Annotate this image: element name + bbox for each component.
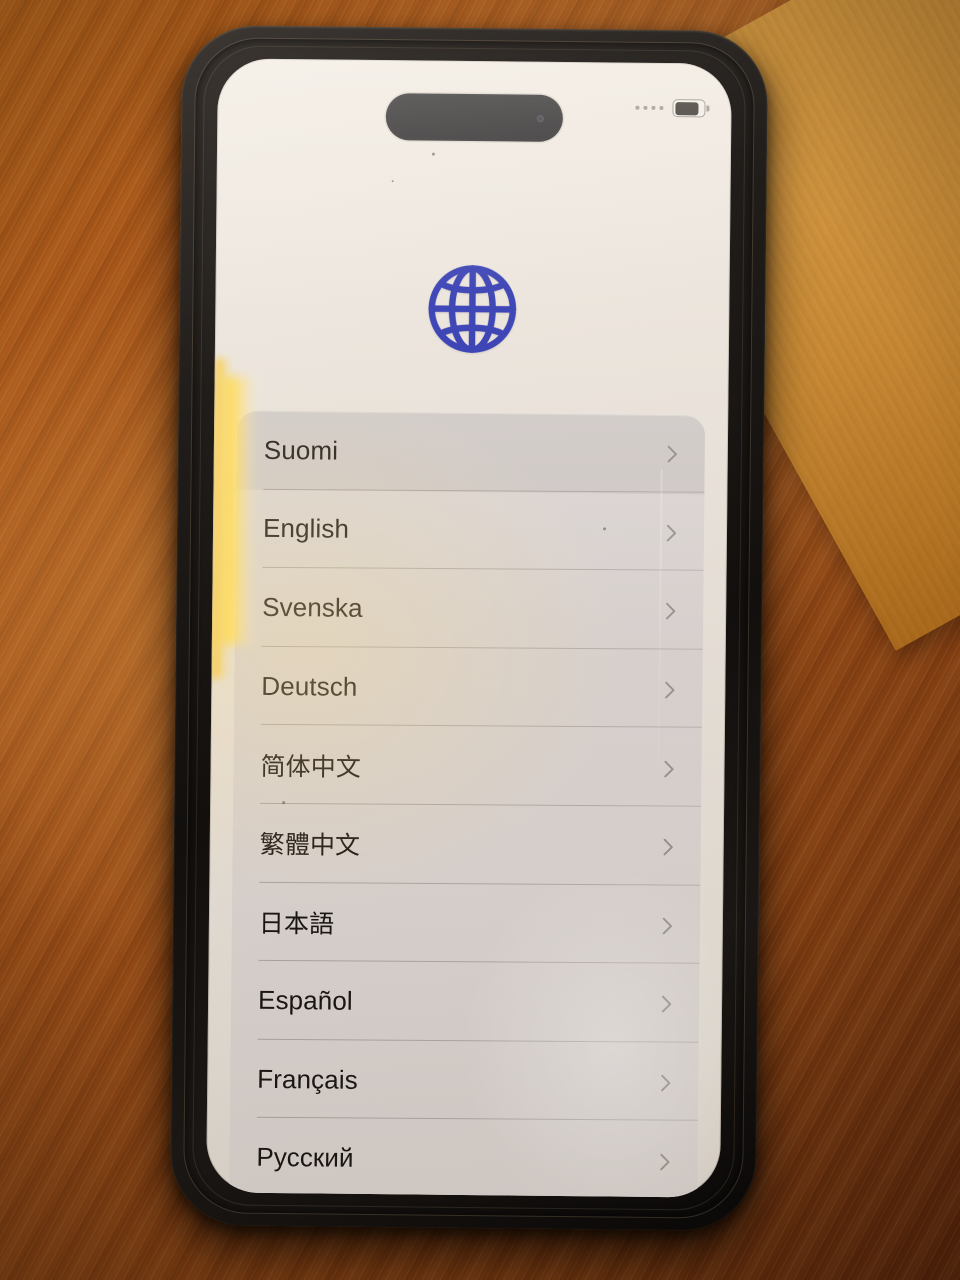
language-label: 繁體中文: [259, 830, 361, 861]
battery-icon: [672, 99, 710, 118]
status-bar: [635, 99, 710, 118]
dynamic-island: [385, 93, 564, 142]
language-row-8[interactable]: Français: [230, 1039, 699, 1122]
chevron-right-icon: [663, 839, 673, 856]
signal-dots-icon: [635, 105, 664, 111]
language-row-3[interactable]: Deutsch: [234, 646, 703, 729]
chevron-right-icon: [666, 524, 677, 542]
language-label: Español: [257, 984, 353, 1016]
chevron-right-icon: [660, 1074, 671, 1092]
battery-fill: [674, 101, 699, 115]
globe-icon: [428, 265, 517, 353]
language-label: English: [262, 513, 350, 545]
language-rows: Suomi English Svenska Deutsch 简体中文繁體中文日本語 Esp…: [229, 410, 706, 1198]
chevron-right-icon: [660, 1153, 670, 1170]
language-label: 简体中文: [260, 751, 362, 782]
dust-speck: [431, 152, 435, 156]
language-row-6[interactable]: 日本語: [232, 882, 701, 965]
language-row-9[interactable]: Русский: [229, 1118, 698, 1198]
language-label: Deutsch: [261, 670, 358, 702]
chevron-right-icon: [664, 760, 674, 778]
language-label: Русский: [256, 1141, 354, 1173]
language-list-card[interactable]: Suomi English Svenska Deutsch 简体中文繁體中文日本語 Esp…: [228, 410, 706, 1198]
chevron-right-icon: [665, 603, 676, 620]
screen-edge-glare-inner: [211, 358, 233, 679]
dust-speck: [603, 527, 607, 531]
chevron-right-icon: [665, 681, 675, 699]
photo-scene: Suomi English Svenska Deutsch 简体中文繁體中文日本語 Esp…: [0, 0, 960, 1280]
language-label: Suomi: [263, 434, 339, 466]
dust-speck: [282, 801, 286, 805]
language-label: 日本語: [258, 908, 335, 939]
language-row-5[interactable]: 繁體中文: [232, 804, 701, 887]
language-row-4[interactable]: 简体中文: [233, 725, 702, 808]
language-row-2[interactable]: Svenska: [235, 568, 704, 651]
chevron-right-icon: [661, 996, 672, 1013]
chevron-right-icon: [662, 917, 672, 935]
language-row-0[interactable]: Suomi: [236, 410, 706, 495]
chevron-right-icon: [667, 446, 677, 463]
language-row-1[interactable]: English: [236, 489, 705, 572]
dust-speck: [391, 180, 394, 183]
phone-screen: Suomi English Svenska Deutsch 简体中文繁體中文日本語 Esp…: [206, 58, 732, 1198]
language-label: Français: [257, 1063, 358, 1095]
battery-cap: [706, 104, 710, 111]
header-icon-area: [215, 254, 730, 363]
language-row-7[interactable]: Español: [231, 961, 700, 1044]
smartphone-device: Suomi English Svenska Deutsch 简体中文繁體中文日本語 Esp…: [169, 24, 769, 1232]
front-camera-icon: [536, 114, 544, 122]
language-label: Svenska: [262, 591, 363, 623]
